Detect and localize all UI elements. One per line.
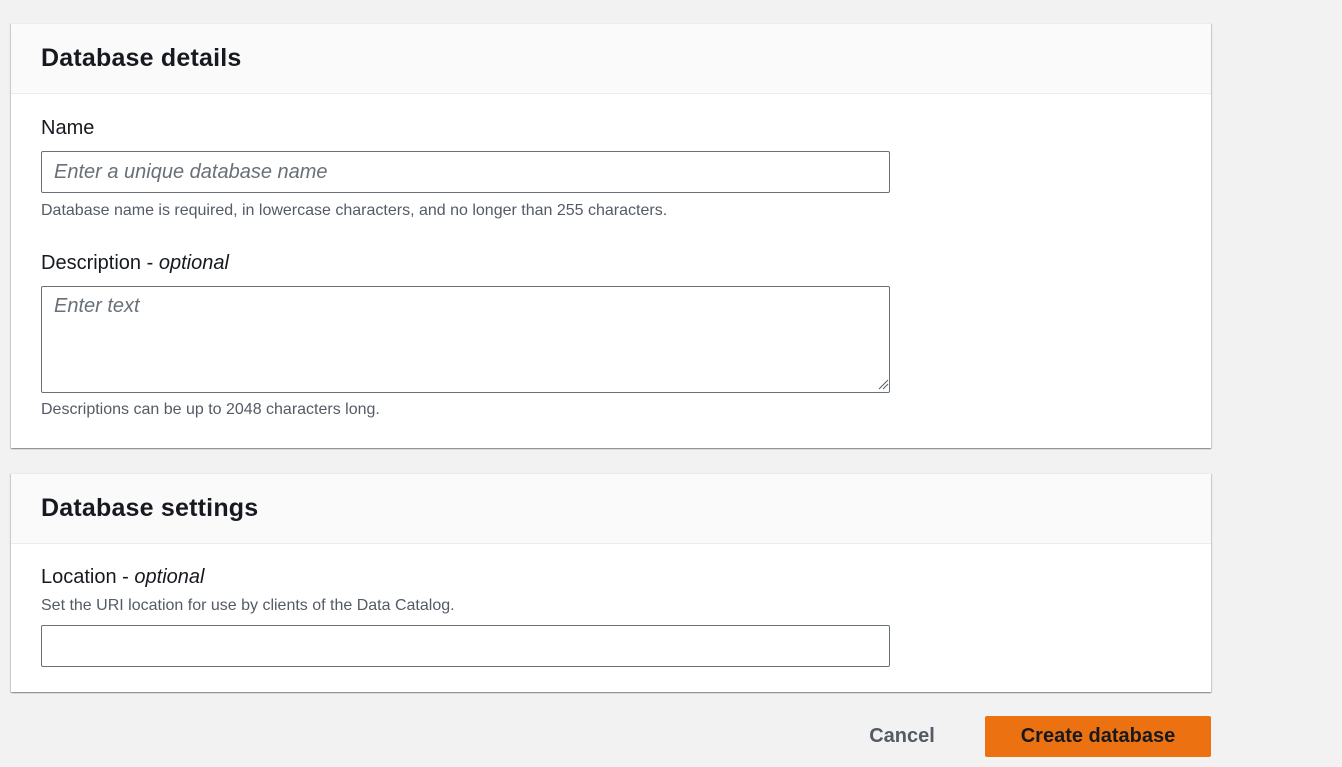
database-settings-panel: Database settings Location - optional Se… [11, 473, 1211, 692]
location-label: Location - optional [41, 566, 204, 589]
location-label-text: Location [41, 566, 117, 588]
description-hint: Descriptions can be up to 2048 character… [41, 401, 380, 418]
database-settings-body: Location - optional Set the URI location… [11, 544, 1211, 691]
database-details-header: Database details [11, 24, 1211, 94]
database-settings-title: Database settings [41, 494, 259, 522]
location-optional-tag: optional [134, 566, 205, 588]
description-label-separator: - [141, 252, 159, 274]
form-actions: Cancel Create database [0, 716, 1211, 757]
database-name-input[interactable] [41, 151, 890, 193]
database-details-body: Name Database name is required, in lower… [11, 94, 1211, 447]
database-settings-header: Database settings [11, 474, 1211, 544]
cancel-button[interactable]: Cancel [852, 716, 952, 757]
location-hint: Set the URI location for use by clients … [41, 597, 455, 614]
database-details-title: Database details [41, 44, 242, 72]
location-label-separator: - [116, 566, 135, 588]
description-label: Description - optional [41, 252, 229, 275]
create-database-button[interactable]: Create database [985, 716, 1211, 757]
name-hint: Database name is required, in lowercase … [41, 202, 668, 219]
description-label-text: Description [41, 252, 142, 274]
location-input[interactable] [41, 625, 890, 667]
name-label: Name [41, 117, 95, 139]
database-details-panel: Database details Name Database name is r… [11, 23, 1211, 448]
description-textarea[interactable] [41, 286, 890, 393]
description-optional-tag: optional [158, 252, 229, 274]
resize-grip-icon[interactable] [877, 378, 889, 390]
